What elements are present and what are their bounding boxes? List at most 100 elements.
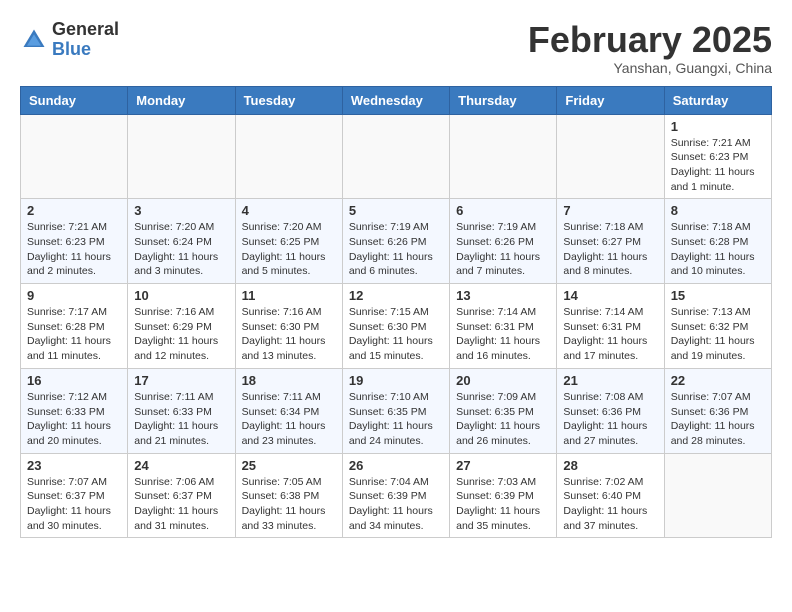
day-number: 26 (349, 458, 443, 473)
day-info: Sunrise: 7:21 AM Sunset: 6:23 PM Dayligh… (671, 136, 765, 195)
day-number: 12 (349, 288, 443, 303)
calendar-week-5: 23 Sunrise: 7:07 AM Sunset: 6:37 PM Dayli… (21, 453, 772, 538)
day-info: Sunrise: 7:18 AM Sunset: 6:27 PM Dayligh… (563, 220, 657, 279)
day-info: Sunrise: 7:11 AM Sunset: 6:34 PM Dayligh… (242, 390, 336, 449)
day-number: 25 (242, 458, 336, 473)
day-info: Sunrise: 7:19 AM Sunset: 6:26 PM Dayligh… (349, 220, 443, 279)
calendar-cell: 9 Sunrise: 7:17 AM Sunset: 6:28 PM Daylig… (21, 284, 128, 369)
calendar-week-3: 9 Sunrise: 7:17 AM Sunset: 6:28 PM Daylig… (21, 284, 772, 369)
calendar-cell (450, 114, 557, 199)
day-info: Sunrise: 7:14 AM Sunset: 6:31 PM Dayligh… (563, 305, 657, 364)
day-number: 18 (242, 373, 336, 388)
calendar-cell (21, 114, 128, 199)
day-info: Sunrise: 7:18 AM Sunset: 6:28 PM Dayligh… (671, 220, 765, 279)
logo: General Blue (20, 20, 119, 60)
day-number: 24 (134, 458, 228, 473)
calendar-cell: 13Sunrise: 7:14 AM Sunset: 6:31 PM Dayli… (450, 284, 557, 369)
calendar-cell: 16 Sunrise: 7:12 AM Sunset: 6:33 PM Dayli… (21, 368, 128, 453)
day-info: Sunrise: 7:08 AM Sunset: 6:36 PM Dayligh… (563, 390, 657, 449)
day-info: Sunrise: 7:05 AM Sunset: 6:38 PM Dayligh… (242, 475, 336, 534)
weekday-header-row: SundayMondayTuesdayWednesdayThursdayFrid… (21, 86, 772, 114)
calendar-cell: 3 Sunrise: 7:20 AM Sunset: 6:24 PM Daylig… (128, 199, 235, 284)
day-info: Sunrise: 7:11 AM Sunset: 6:33 PM Dayligh… (134, 390, 228, 449)
calendar-cell: 11 Sunrise: 7:16 AM Sunset: 6:30 PM Dayli… (235, 284, 342, 369)
calendar-cell: 12 Sunrise: 7:15 AM Sunset: 6:30 PM Dayli… (342, 284, 449, 369)
day-info: Sunrise: 7:10 AM Sunset: 6:35 PM Dayligh… (349, 390, 443, 449)
day-number: 21 (563, 373, 657, 388)
day-number: 23 (27, 458, 121, 473)
day-number: 16 (27, 373, 121, 388)
weekday-header-wednesday: Wednesday (342, 86, 449, 114)
calendar-cell: 1 Sunrise: 7:21 AM Sunset: 6:23 PM Daylig… (664, 114, 771, 199)
day-info: Sunrise: 7:16 AM Sunset: 6:29 PM Dayligh… (134, 305, 228, 364)
weekday-header-friday: Friday (557, 86, 664, 114)
weekday-header-monday: Monday (128, 86, 235, 114)
calendar-cell: 22 Sunrise: 7:07 AM Sunset: 6:36 PM Dayli… (664, 368, 771, 453)
day-info: Sunrise: 7:09 AM Sunset: 6:35 PM Dayligh… (456, 390, 550, 449)
calendar-week-1: 1 Sunrise: 7:21 AM Sunset: 6:23 PM Daylig… (21, 114, 772, 199)
day-number: 17 (134, 373, 228, 388)
day-number: 19 (349, 373, 443, 388)
calendar-cell (557, 114, 664, 199)
calendar-cell: 21 Sunrise: 7:08 AM Sunset: 6:36 PM Dayli… (557, 368, 664, 453)
day-number: 22 (671, 373, 765, 388)
logo-text: General Blue (52, 20, 119, 60)
calendar-cell: 27 Sunrise: 7:03 AM Sunset: 6:39 PM Dayli… (450, 453, 557, 538)
calendar-cell (235, 114, 342, 199)
location-subtitle: Yanshan, Guangxi, China (528, 60, 772, 76)
weekday-header-saturday: Saturday (664, 86, 771, 114)
calendar-table: SundayMondayTuesdayWednesdayThursdayFrid… (20, 86, 772, 539)
calendar-cell: 7Sunrise: 7:18 AM Sunset: 6:27 PM Daylig… (557, 199, 664, 284)
day-info: Sunrise: 7:21 AM Sunset: 6:23 PM Dayligh… (27, 220, 121, 279)
calendar-cell: 8 Sunrise: 7:18 AM Sunset: 6:28 PM Daylig… (664, 199, 771, 284)
calendar-cell: 17 Sunrise: 7:11 AM Sunset: 6:33 PM Dayli… (128, 368, 235, 453)
calendar-cell: 14Sunrise: 7:14 AM Sunset: 6:31 PM Dayli… (557, 284, 664, 369)
day-info: Sunrise: 7:16 AM Sunset: 6:30 PM Dayligh… (242, 305, 336, 364)
day-number: 10 (134, 288, 228, 303)
day-info: Sunrise: 7:20 AM Sunset: 6:25 PM Dayligh… (242, 220, 336, 279)
weekday-header-tuesday: Tuesday (235, 86, 342, 114)
calendar-cell (342, 114, 449, 199)
calendar-cell: 23 Sunrise: 7:07 AM Sunset: 6:37 PM Dayli… (21, 453, 128, 538)
day-number: 1 (671, 119, 765, 134)
day-info: Sunrise: 7:14 AM Sunset: 6:31 PM Dayligh… (456, 305, 550, 364)
day-info: Sunrise: 7:15 AM Sunset: 6:30 PM Dayligh… (349, 305, 443, 364)
day-number: 11 (242, 288, 336, 303)
day-number: 20 (456, 373, 550, 388)
logo-blue: Blue (52, 39, 91, 59)
calendar-cell: 18 Sunrise: 7:11 AM Sunset: 6:34 PM Dayli… (235, 368, 342, 453)
calendar-cell: 26 Sunrise: 7:04 AM Sunset: 6:39 PM Dayli… (342, 453, 449, 538)
calendar-cell: 15Sunrise: 7:13 AM Sunset: 6:32 PM Dayli… (664, 284, 771, 369)
weekday-header-thursday: Thursday (450, 86, 557, 114)
day-info: Sunrise: 7:06 AM Sunset: 6:37 PM Dayligh… (134, 475, 228, 534)
day-number: 3 (134, 203, 228, 218)
calendar-cell (128, 114, 235, 199)
day-number: 5 (349, 203, 443, 218)
calendar-cell (664, 453, 771, 538)
day-info: Sunrise: 7:03 AM Sunset: 6:39 PM Dayligh… (456, 475, 550, 534)
calendar-cell: 25 Sunrise: 7:05 AM Sunset: 6:38 PM Dayli… (235, 453, 342, 538)
day-info: Sunrise: 7:07 AM Sunset: 6:36 PM Dayligh… (671, 390, 765, 449)
day-number: 8 (671, 203, 765, 218)
day-info: Sunrise: 7:17 AM Sunset: 6:28 PM Dayligh… (27, 305, 121, 364)
day-number: 27 (456, 458, 550, 473)
day-info: Sunrise: 7:07 AM Sunset: 6:37 PM Dayligh… (27, 475, 121, 534)
day-info: Sunrise: 7:19 AM Sunset: 6:26 PM Dayligh… (456, 220, 550, 279)
day-info: Sunrise: 7:04 AM Sunset: 6:39 PM Dayligh… (349, 475, 443, 534)
calendar-cell: 10 Sunrise: 7:16 AM Sunset: 6:29 PM Dayli… (128, 284, 235, 369)
calendar-cell: 24 Sunrise: 7:06 AM Sunset: 6:37 PM Dayli… (128, 453, 235, 538)
day-number: 2 (27, 203, 121, 218)
day-number: 9 (27, 288, 121, 303)
day-info: Sunrise: 7:13 AM Sunset: 6:32 PM Dayligh… (671, 305, 765, 364)
day-info: Sunrise: 7:12 AM Sunset: 6:33 PM Dayligh… (27, 390, 121, 449)
calendar-week-2: 2 Sunrise: 7:21 AM Sunset: 6:23 PM Daylig… (21, 199, 772, 284)
logo-icon (20, 26, 48, 54)
day-info: Sunrise: 7:02 AM Sunset: 6:40 PM Dayligh… (563, 475, 657, 534)
calendar-week-4: 16 Sunrise: 7:12 AM Sunset: 6:33 PM Dayli… (21, 368, 772, 453)
title-block: February 2025 Yanshan, Guangxi, China (528, 20, 772, 76)
logo-general: General (52, 19, 119, 39)
calendar-cell: 6 Sunrise: 7:19 AM Sunset: 6:26 PM Daylig… (450, 199, 557, 284)
day-number: 6 (456, 203, 550, 218)
day-info: Sunrise: 7:20 AM Sunset: 6:24 PM Dayligh… (134, 220, 228, 279)
day-number: 4 (242, 203, 336, 218)
